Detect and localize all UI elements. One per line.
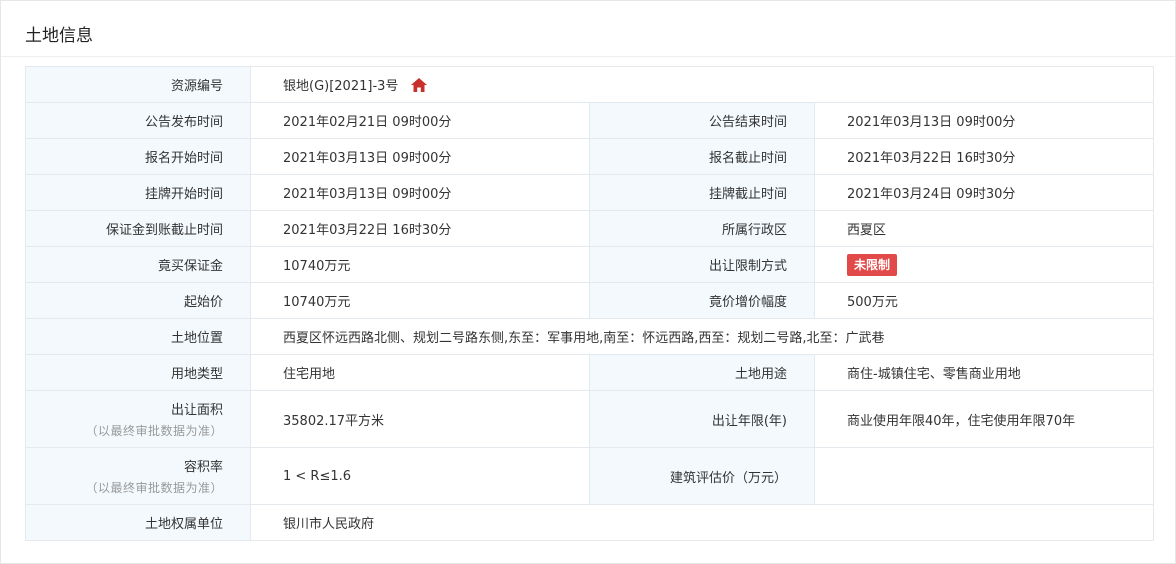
row-owner: 土地权属单位 银川市人民政府	[25, 504, 1155, 541]
value-land-type: 住宅用地	[250, 354, 590, 391]
value-deposit: 10740万元	[250, 246, 590, 283]
label-listing-start: 挂牌开始时间	[25, 174, 251, 211]
value-term: 商业使用年限40年，住宅使用年限70年	[813, 390, 1155, 448]
value-restriction: 未限制	[813, 246, 1155, 283]
row-start-price: 起始价 10740万元 竟价增价幅度 500万元	[25, 282, 1155, 319]
label-owner: 土地权属单位	[25, 504, 251, 541]
value-bid-increment: 500万元	[813, 282, 1155, 319]
label-land-type: 用地类型	[25, 354, 251, 391]
value-listing-start: 2021年03月13日 09时00分	[250, 174, 590, 211]
row-announce: 公告发布时间 2021年02月21日 09时00分 公告结束时间 2021年03…	[25, 102, 1155, 139]
row-signup: 报名开始时间 2021年03月13日 09时00分 报名截止时间 2021年03…	[25, 138, 1155, 175]
resource-no-text: 银地(G)[2021]-3号	[283, 79, 399, 94]
row-far: 容积率 （以最终审批数据为准） 1 < R≤1.6 建筑评估价（万元）	[25, 447, 1155, 505]
label-term: 出让年限(年)	[589, 390, 815, 448]
value-owner: 银川市人民政府	[249, 504, 1155, 541]
label-deposit-deadline: 保证金到账截止时间	[25, 210, 251, 247]
value-announce-end: 2021年03月13日 09时00分	[813, 102, 1155, 139]
label-start-price: 起始价	[25, 282, 251, 319]
label-area-cell: 出让面积 （以最终审批数据为准）	[25, 390, 251, 448]
title-divider	[1, 56, 1175, 57]
home-icon[interactable]	[410, 78, 427, 92]
row-listing: 挂牌开始时间 2021年03月13日 09时00分 挂牌截止时间 2021年03…	[25, 174, 1155, 211]
panel-title: 土地信息	[25, 26, 93, 46]
value-land-use: 商住-城镇住宅、零售商业用地	[813, 354, 1155, 391]
label-listing-end: 挂牌截止时间	[589, 174, 815, 211]
row-land-type: 用地类型 住宅用地 土地用途 商住-城镇住宅、零售商业用地	[25, 354, 1155, 391]
label-bid-increment: 竟价增价幅度	[589, 282, 815, 319]
label-far-note: （以最终审批数据为准）	[85, 481, 223, 495]
value-start-price: 10740万元	[250, 282, 590, 319]
label-restriction: 出让限制方式	[589, 246, 815, 283]
label-location: 土地位置	[25, 318, 251, 355]
label-signup-start: 报名开始时间	[25, 138, 251, 175]
value-signup-start: 2021年03月13日 09时00分	[250, 138, 590, 175]
value-listing-end: 2021年03月24日 09时30分	[813, 174, 1155, 211]
label-announce-end: 公告结束时间	[589, 102, 815, 139]
label-district: 所属行政区	[589, 210, 815, 247]
row-deposit: 竟买保证金 10740万元 出让限制方式 未限制	[25, 246, 1155, 283]
label-land-use: 土地用途	[589, 354, 815, 391]
value-far: 1 < R≤1.6	[250, 447, 590, 505]
row-resource-no: 资源编号 银地(G)[2021]-3号	[25, 66, 1155, 103]
land-info-panel: 土地信息 资源编号 银地(G)[2021]-3号 公告发布时间 2021年02月…	[0, 0, 1176, 564]
value-area: 35802.17平方米	[250, 390, 590, 448]
value-deposit-deadline: 2021年03月22日 16时30分	[250, 210, 590, 247]
value-building-valuation	[813, 447, 1155, 505]
label-deposit: 竟买保证金	[25, 246, 251, 283]
value-resource-no: 银地(G)[2021]-3号	[249, 66, 1155, 103]
value-location: 西夏区怀远西路北侧、规划二号路东侧,东至：军事用地,南至：怀远西路,西至：规划二…	[249, 318, 1155, 355]
restriction-badge: 未限制	[847, 253, 898, 276]
label-area-note: （以最终审批数据为准）	[85, 424, 223, 438]
label-area: 出让面积	[170, 403, 223, 418]
row-location: 土地位置 西夏区怀远西路北侧、规划二号路东侧,东至：军事用地,南至：怀远西路,西…	[25, 318, 1155, 355]
row-deposit-deadline: 保证金到账截止时间 2021年03月22日 16时30分 所属行政区 西夏区	[25, 210, 1155, 247]
label-far: 容积率	[183, 460, 223, 475]
label-resource-no: 资源编号	[25, 66, 251, 103]
label-signup-end: 报名截止时间	[589, 138, 815, 175]
land-info-table: 资源编号 银地(G)[2021]-3号 公告发布时间 2021年02月21日 0…	[25, 66, 1155, 541]
value-district: 西夏区	[813, 210, 1155, 247]
label-announce-start: 公告发布时间	[25, 102, 251, 139]
value-signup-end: 2021年03月22日 16时30分	[813, 138, 1155, 175]
row-area: 出让面积 （以最终审批数据为准） 35802.17平方米 出让年限(年) 商业使…	[25, 390, 1155, 448]
value-announce-start: 2021年02月21日 09时00分	[250, 102, 590, 139]
label-building-valuation: 建筑评估价（万元）	[589, 447, 815, 505]
label-far-cell: 容积率 （以最终审批数据为准）	[25, 447, 251, 505]
